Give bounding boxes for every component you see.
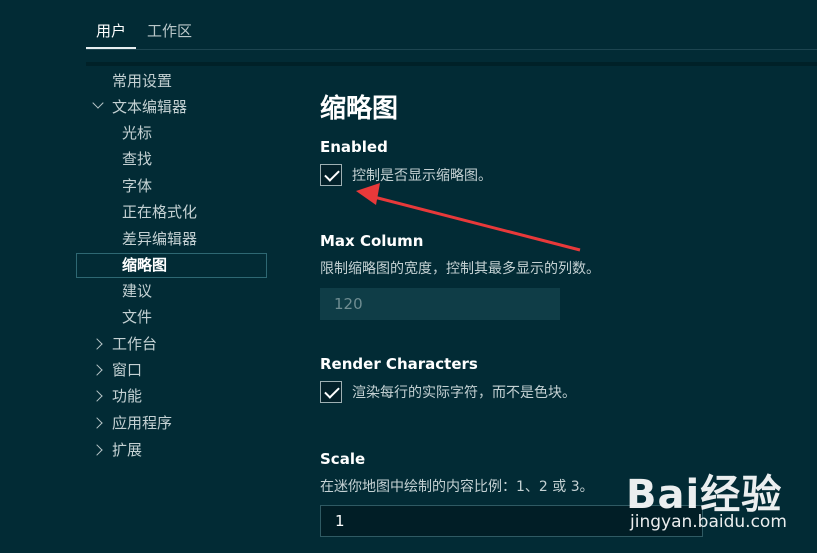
baidu-jingyan-watermark: Bai经验 jingyan.baidu.com [626,462,806,542]
watermark-url: jingyan.baidu.com [630,512,787,532]
